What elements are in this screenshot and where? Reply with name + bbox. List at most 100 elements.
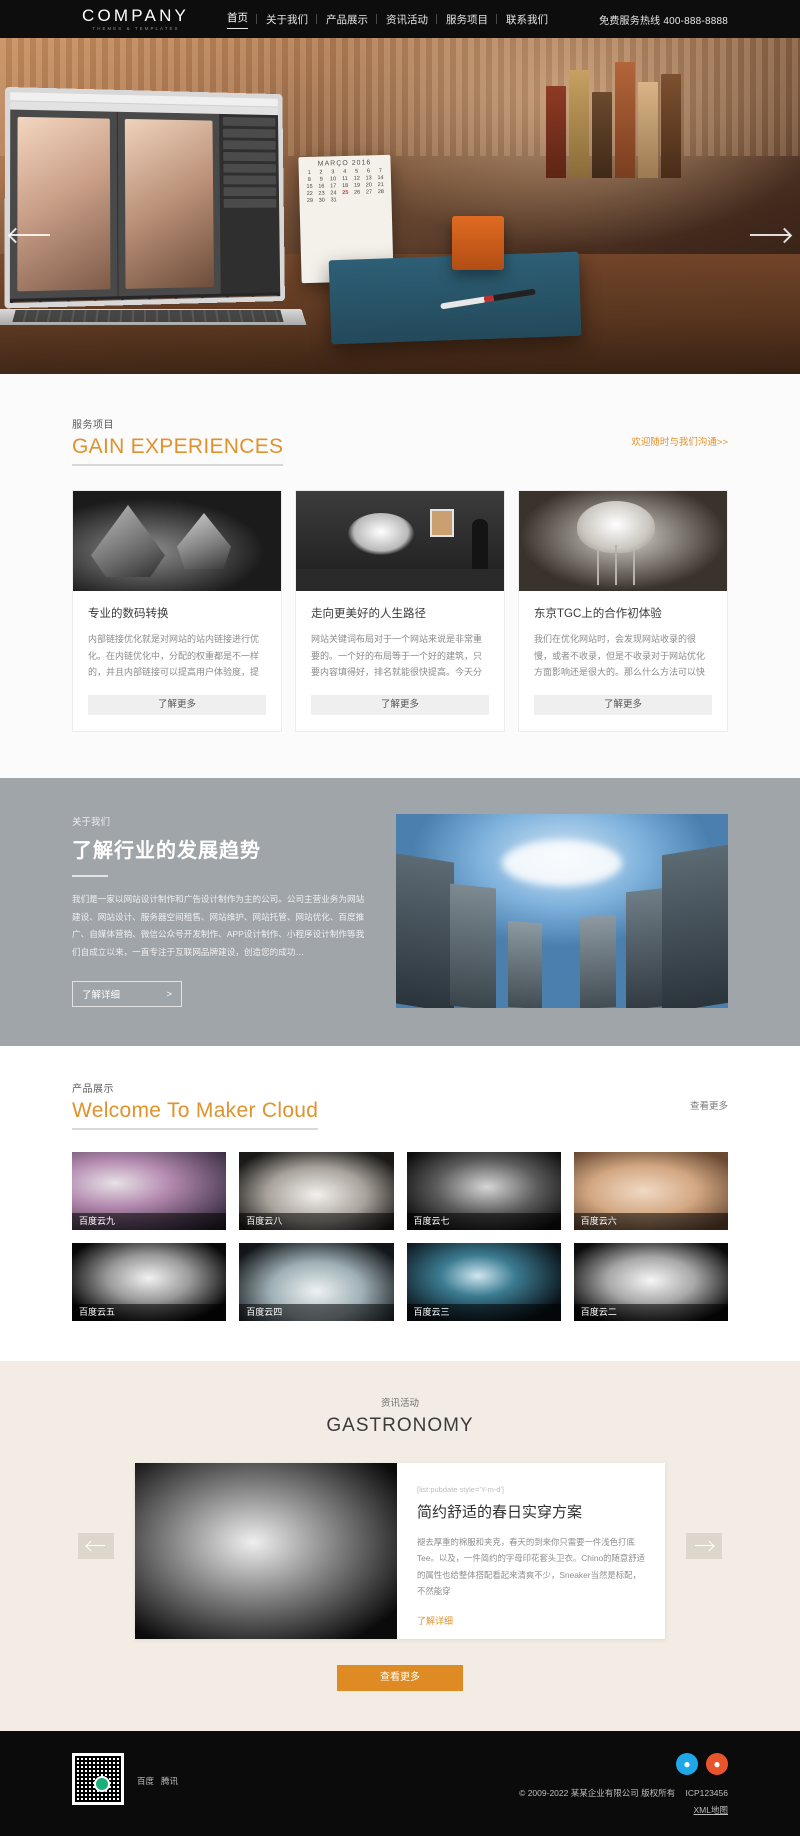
laptop-photo-b — [124, 118, 214, 289]
products-grid: 百度云九 百度云八 百度云七 百度云六 百度云五 百度云四 百度云三 百度云二 — [72, 1152, 728, 1321]
product-item[interactable]: 百度云三 — [406, 1243, 561, 1321]
about-detail-button[interactable]: 了解详细 > — [72, 981, 182, 1008]
main-nav: 首页 关于我们 产品展示 资讯活动 服务项目 联系我们 — [218, 10, 557, 29]
product-caption: 百度云四 — [239, 1304, 394, 1321]
qq-icon[interactable]: ● — [676, 1753, 698, 1775]
about-divider — [72, 875, 108, 877]
products-more-link[interactable]: 查看更多 — [690, 1098, 728, 1112]
service-card-body: 走向更美好的人生路径 网站关键词布局对于一个网站来说是非常重要的。一个好的布局等… — [296, 591, 504, 681]
product-item[interactable]: 百度云七 — [406, 1152, 561, 1230]
laptop-app-body — [9, 109, 281, 299]
footer-link-baidu[interactable]: 百度 — [137, 1775, 154, 1787]
product-caption: 百度云六 — [573, 1213, 728, 1230]
service-card-body: 东京TGC上的合作初体验 我们在优化网站时，会发现网站收录的很慢，或者不收录，但… — [519, 591, 727, 681]
news-section: 资讯活动 GASTRONOMY [list:pubdate style='Y-m… — [0, 1361, 800, 1731]
weibo-icon[interactable]: ● — [706, 1753, 728, 1775]
calendar-day: 1 — [307, 169, 311, 176]
site-header: COMPANY THEMES & TEMPLATES 首页 关于我们 产品展示 … — [0, 0, 800, 38]
news-article-link[interactable]: 了解详细 — [417, 1614, 453, 1627]
product-caption: 百度云二 — [573, 1304, 728, 1321]
chevron-right-icon: > — [166, 988, 172, 1000]
calendar-day: 12 — [353, 175, 360, 182]
services-section: 欢迎随时与我们沟通>> 服务项目 GAIN EXPERIENCES 专业的数码转… — [0, 374, 800, 778]
nav-item-contact[interactable]: 联系我们 — [497, 12, 557, 27]
footer-links: 百度 腾讯 — [137, 1775, 178, 1787]
about-kicker: 关于我们 — [72, 817, 111, 828]
nav-item-news[interactable]: 资讯活动 — [377, 12, 437, 27]
calendar-day: 7 — [378, 168, 382, 175]
brand-logo[interactable]: COMPANY THEMES & TEMPLATES — [82, 7, 190, 31]
services-more-link[interactable]: 欢迎随时与我们沟通>> — [631, 434, 728, 448]
page-root: COMPANY THEMES & TEMPLATES 首页 关于我们 产品展示 … — [0, 0, 800, 1836]
product-item[interactable]: 百度云二 — [573, 1243, 728, 1321]
product-caption: 百度云三 — [406, 1304, 561, 1321]
calendar-day: 13 — [365, 175, 372, 182]
about-wrap: 关于我们 了解行业的发展趋势 我们是一家以网站设计制作和广告设计制作为主的公司。… — [72, 814, 728, 1008]
services-title: GAIN EXPERIENCES — [72, 435, 284, 466]
calendar-day: 4 — [343, 168, 347, 176]
nav-item-services[interactable]: 服务项目 — [437, 12, 497, 27]
products-section: 查看更多 产品展示 Welcome To Maker Cloud 百度云九 百度… — [0, 1046, 800, 1361]
hero-prev-arrow[interactable] — [10, 234, 50, 236]
social-icons: ● ● — [519, 1753, 728, 1775]
sitemap-link[interactable]: XML地图 — [694, 1805, 728, 1815]
calendar-day: 25 — [342, 189, 349, 197]
product-caption: 百度云八 — [239, 1213, 394, 1230]
footer-link-tencent[interactable]: 腾讯 — [161, 1775, 178, 1787]
service-card[interactable]: 专业的数码转换 内部链接优化就是对网站的站内链接进行优化。在内链优化中，分配的权… — [72, 490, 282, 732]
calendar-day: 27 — [365, 189, 373, 196]
service-card-button[interactable]: 了解更多 — [534, 695, 712, 715]
footer-sitemap-row: XML地图 — [519, 1804, 728, 1816]
service-card[interactable]: 走向更美好的人生路径 网站关键词布局对于一个网站来说是非常重要的。一个好的布局等… — [295, 490, 505, 732]
nav-item-about[interactable]: 关于我们 — [257, 12, 317, 27]
calendar-day-grid: 1 2 3 4 5 6 7 8 9 10 11 12 13 14 15 16 17 18 19 20 21 22 23 24 2… — [299, 168, 392, 204]
calendar-day: 5 — [355, 168, 359, 175]
services-wrap: 欢迎随时与我们沟通>> 服务项目 GAIN EXPERIENCES 专业的数码转… — [72, 416, 728, 732]
service-card-button[interactable]: 了解更多 — [88, 695, 266, 715]
about-section: 关于我们 了解行业的发展趋势 我们是一家以网站设计制作和广告设计制作为主的公司。… — [0, 778, 800, 1046]
product-caption: 百度云九 — [72, 1213, 227, 1230]
service-card-title: 专业的数码转换 — [88, 608, 169, 620]
calendar-day: 26 — [354, 189, 361, 196]
copyright-text: © 2009-2022 某某企业有限公司 版权所有 — [519, 1788, 676, 1798]
service-card-title: 东京TGC上的合作初体验 — [534, 608, 662, 620]
footer-inner: 百度 腾讯 ● ● © 2009-2022 某某企业有限公司 版权所有 ICP1… — [72, 1753, 728, 1816]
service-card-desc: 网站关键词布局对于一个网站来说是非常重要的。一个好的布局等于一个好的建筑，只要内… — [311, 634, 483, 678]
news-prev-button[interactable] — [78, 1533, 114, 1559]
service-card-desc: 内部链接优化就是对网站的站内链接进行优化。在内链优化中，分配的权重都是不一样的，… — [88, 634, 260, 678]
brand-tagline: THEMES & TEMPLATES — [92, 25, 180, 31]
about-button-label: 了解详细 — [82, 990, 121, 1002]
nav-item-home[interactable]: 首页 — [218, 10, 257, 29]
calendar-day: 19 — [353, 182, 361, 189]
hero-books — [546, 38, 726, 178]
product-item[interactable]: 百度云九 — [72, 1152, 227, 1230]
calendar-day: 16 — [318, 183, 325, 190]
product-item[interactable]: 百度云八 — [239, 1152, 394, 1230]
calendar-day: 29 — [306, 197, 314, 205]
laptop-photo-panel-left — [9, 109, 119, 299]
product-item[interactable]: 百度云五 — [72, 1243, 227, 1321]
footer-right: ● ● © 2009-2022 某某企业有限公司 版权所有 ICP123456 … — [519, 1753, 728, 1816]
nav-active-underline — [227, 27, 248, 29]
hero-next-arrow[interactable] — [750, 234, 790, 236]
news-next-button[interactable] — [686, 1533, 722, 1559]
news-article-desc: 褪去厚重的棉服和夹克，春天的到来你只需要一件浅色打底Tee。以及，一件简约的字母… — [417, 1537, 646, 1597]
about-heading: 了解行业的发展趋势 — [72, 840, 261, 862]
product-item[interactable]: 百度云四 — [239, 1243, 394, 1321]
service-card-button[interactable]: 了解更多 — [311, 695, 489, 715]
laptop-keyboard — [12, 309, 284, 323]
calendar-day: 15 — [306, 183, 313, 191]
calendar-day: 3 — [331, 169, 335, 176]
service-card[interactable]: 东京TGC上的合作初体验 我们在优化网站时，会发现网站收录的很慢，或者不收录，但… — [518, 490, 728, 732]
news-article-card[interactable]: [list:pubdate style='Y-m-d'] 简约舒适的春日实穿方案… — [135, 1463, 665, 1639]
product-caption: 百度云七 — [406, 1213, 561, 1230]
products-title: Welcome To Maker Cloud — [72, 1099, 319, 1130]
news-header: 资讯活动 GASTRONOMY — [0, 1395, 800, 1437]
products-wrap: 查看更多 产品展示 Welcome To Maker Cloud 百度云九 百度… — [72, 1080, 728, 1321]
icp-link[interactable]: ICP123456 — [685, 1788, 728, 1798]
brand-name: COMPANY — [82, 5, 190, 25]
nav-item-products[interactable]: 产品展示 — [317, 12, 377, 27]
news-more-button[interactable]: 查看更多 — [337, 1665, 463, 1691]
product-item[interactable]: 百度云六 — [573, 1152, 728, 1230]
qr-code-icon — [72, 1753, 124, 1805]
